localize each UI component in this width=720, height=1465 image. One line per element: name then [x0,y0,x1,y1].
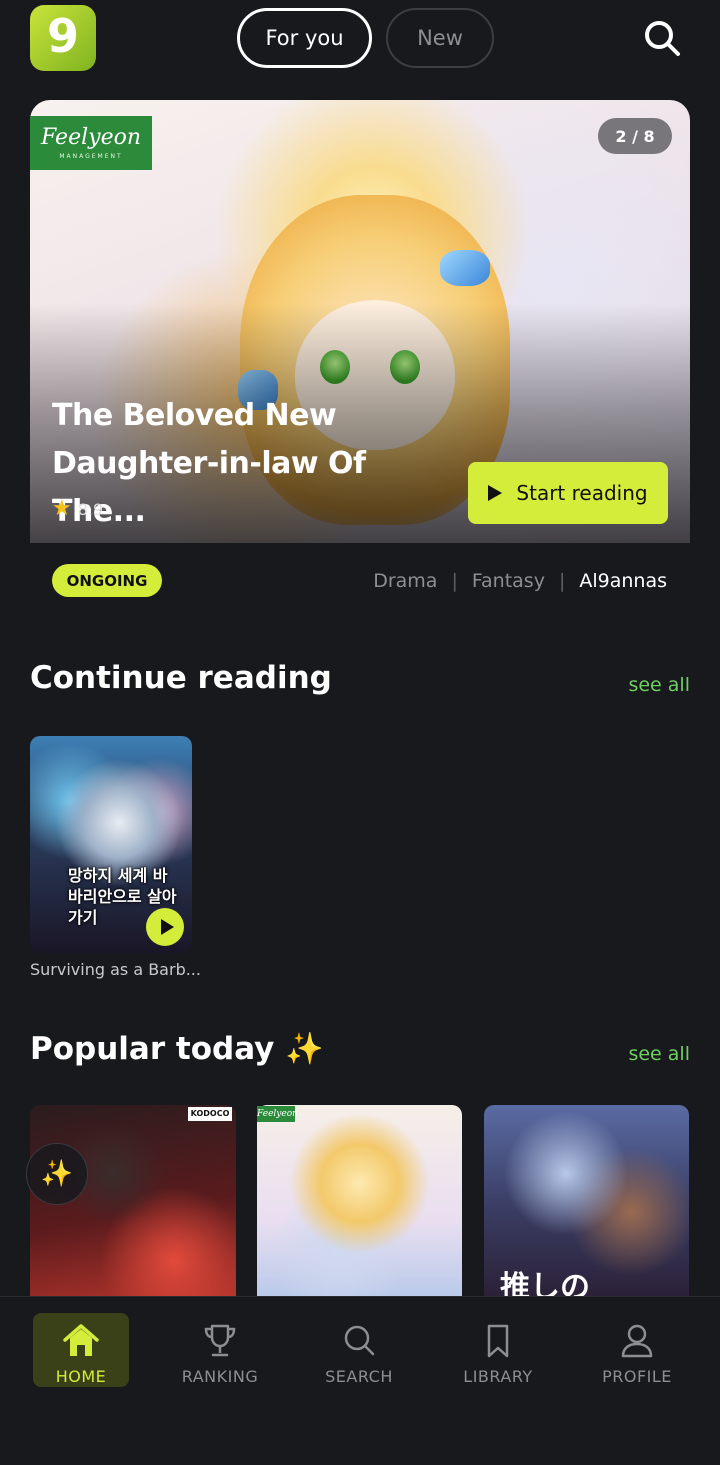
featured-banner[interactable]: Feelyeon MANAGEMENT 2 / 8 The Beloved Ne… [30,100,690,543]
play-icon [160,919,174,935]
bottom-nav: HOME RANKING SEARCH LIBRARY PROFILE [0,1296,720,1465]
nav-ranking[interactable]: RANKING [170,1313,270,1387]
genre-tag[interactable]: Drama [373,570,437,592]
play-icon [488,485,503,501]
sparkles-icon: ✨ [285,1031,324,1067]
nav-ranking-label: RANKING [181,1367,259,1386]
sparkle-fab-button[interactable]: ✨ [26,1143,88,1205]
resume-play-button[interactable] [146,908,184,946]
publisher-logo-sub: MANAGEMENT [59,152,123,160]
genre-tag[interactable]: Fantasy [472,570,545,592]
continue-reading-title: Continue reading [30,660,332,696]
popular-today-title: Popular today ✨ [30,1030,324,1067]
search-icon [344,1325,375,1356]
tab-for-you[interactable]: For you [237,8,372,68]
rating-value: 8.9 [77,499,104,519]
search-icon[interactable] [640,16,684,60]
nav-library-label: LIBRARY [463,1367,533,1386]
start-reading-label: Start reading [516,481,648,505]
user-icon [621,1324,653,1358]
bookmark-icon [487,1324,509,1358]
nav-profile-label: PROFILE [602,1367,672,1386]
sparkles-icon: ✨ [40,1159,74,1189]
trophy-icon [204,1324,236,1357]
app-logo[interactable]: 9 [30,5,96,71]
continue-reading-see-all[interactable]: see all [628,674,690,696]
nav-search-label: SEARCH [325,1367,393,1386]
popular-today-label: Popular today [30,1031,275,1067]
author-name[interactable]: Al9annas [579,570,667,592]
start-reading-button[interactable]: Start reading [468,462,668,524]
genre-separator: | [558,569,566,592]
genre-separator: | [451,569,458,592]
nav-profile[interactable]: PROFILE [587,1313,687,1387]
status-badge: ONGOING [52,564,162,597]
banner-rating: ★ 8.9 [52,498,103,520]
continue-reading-caption[interactable]: Surviving as a Barb... [30,960,200,979]
publisher-logo: Feelyeon MANAGEMENT [30,116,152,170]
cover-publisher-badge: Feelyeon [257,1106,298,1122]
nav-home-label: HOME [55,1367,107,1386]
nav-library[interactable]: LIBRARY [448,1313,548,1387]
nav-home[interactable]: HOME [33,1313,129,1387]
star-icon: ★ [52,496,72,521]
cover-publisher-badge: KODOCO [188,1107,232,1121]
publisher-logo-name: Feelyeon [41,124,141,150]
tab-new[interactable]: New [386,8,494,68]
banner-page-indicator: 2 / 8 [598,118,672,154]
popular-cover[interactable] [257,1105,462,1300]
banner-artwork-bow [440,250,490,286]
home-icon [63,1324,99,1356]
app-logo-glyph: 9 [46,9,79,63]
nav-search[interactable]: SEARCH [309,1313,409,1387]
genre-list: Drama | Fantasy | Al9annas [373,564,667,597]
banner-title[interactable]: The Beloved New Daughter-in-law Of The..… [52,392,462,536]
popular-today-see-all[interactable]: see all [628,1043,690,1065]
